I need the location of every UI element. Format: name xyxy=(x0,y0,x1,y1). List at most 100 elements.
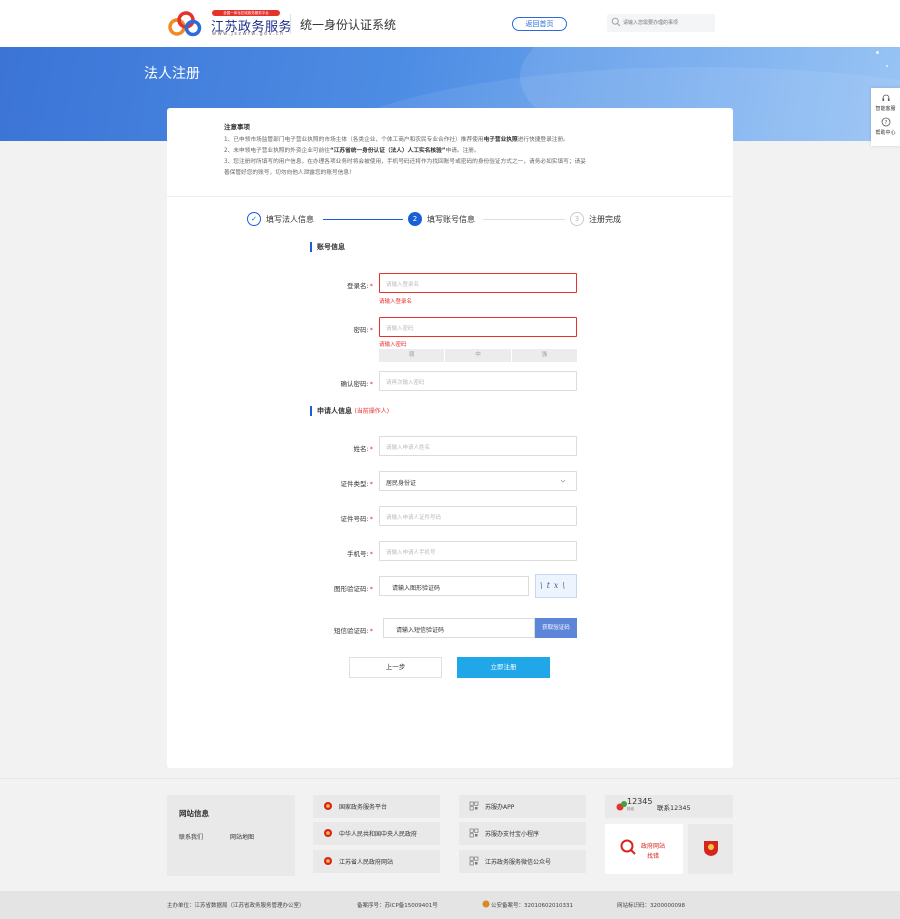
name-input[interactable]: 请输入申请人姓名 xyxy=(379,436,577,456)
national-emblem-icon xyxy=(324,829,332,837)
svg-text:?: ? xyxy=(885,120,888,126)
applicant-note: (当前操作人) xyxy=(354,408,390,415)
icp-info[interactable]: 备案序号：苏ICP备15009401号 xyxy=(357,901,438,909)
notice-text: 2、未申领电子营业执照的外资企业可前往 xyxy=(224,148,330,154)
help-circle-icon: ? xyxy=(881,117,891,127)
notice-line-2: 2、未申领电子营业执照的外资企业可前往“江苏省统一身份认证（法人）人工实名核验”… xyxy=(224,146,684,157)
system-title: 统一身份认证系统 xyxy=(300,18,397,32)
chevron-down-icon xyxy=(560,479,566,483)
step-check-icon: ✓ xyxy=(247,212,261,226)
captcha-placeholder: 请输入图形验证码 xyxy=(392,585,441,592)
captcha-image[interactable]: \tx\ xyxy=(535,574,577,598)
link-app[interactable]: 苏服办APP xyxy=(459,795,586,818)
hotline-12345[interactable]: 12345 热线 联系12345 xyxy=(605,795,733,818)
host-info: 主办单位：江苏省数据局（江苏省政务服务管理办公室） xyxy=(167,903,305,909)
notice-block: 注意事项 1、已申领市场监管部门电子营业执照的市场主体（各类企业、个体工商户和农… xyxy=(224,121,684,179)
notice-line-4: 善保管好您的账号，切勿向他人泄露您的账号信息! xyxy=(224,170,352,176)
phone-label: 手机号:* xyxy=(347,550,373,558)
contact-us-link[interactable]: 联系我们 xyxy=(179,832,203,841)
notice-text: 1、已申领市场监管部门电子营业执照的市场主体（各类企业、个体工商户和农民专业合作… xyxy=(224,137,484,143)
link-wechat-account[interactable]: 江苏政务服务微信公众号 xyxy=(459,850,586,873)
banner-dot xyxy=(876,51,879,54)
prev-step-button[interactable]: 上一步 xyxy=(349,657,442,678)
notice-divider xyxy=(167,196,733,197)
police-badge-icon xyxy=(482,900,490,908)
sitemap-link[interactable]: 网站地图 xyxy=(230,832,254,841)
notice-text: 进行快捷登录注册。 xyxy=(517,137,569,143)
link-central-government[interactable]: 中华人民共和国中央人民政府 xyxy=(313,822,440,845)
captcha-input[interactable]: 请输入图形验证码 xyxy=(379,576,529,596)
strength-medium: 中 xyxy=(445,349,511,362)
police-info[interactable]: 公安备案号：32010602010331 xyxy=(491,901,573,909)
sms-placeholder: 请输入短信验证码 xyxy=(396,627,445,634)
link-alipay-miniapp[interactable]: 苏服办支付宝小程序 xyxy=(459,822,586,845)
applicant-section-title: 申请人信息 (当前操作人) xyxy=(310,406,389,416)
search-input[interactable] xyxy=(623,16,713,30)
search-box[interactable] xyxy=(607,14,715,32)
notice-line-3: 3、您注册时所填写的用户信息，在办理各项业务时将会被使用，手机号码还将作为找回账… xyxy=(224,159,586,165)
strength-weak: 弱 xyxy=(379,349,445,362)
header-divider xyxy=(290,14,291,34)
step-label: 填写账号信息 xyxy=(427,215,475,224)
step-label: 填写法人信息 xyxy=(266,215,314,224)
jiangsu-logo-icon[interactable] xyxy=(168,10,202,38)
side-item-help-center[interactable]: ? 帮助中心 xyxy=(871,112,900,141)
gov-badge-title: 政府网站 xyxy=(641,843,666,850)
home-button[interactable]: 返回首页 xyxy=(512,17,567,31)
password-strength-bar: 弱 中 强 xyxy=(379,349,577,362)
notice-line-1: 1、已申领市场监管部门电子营业执照的市场主体（各类企业、个体工商户和农民专业合作… xyxy=(224,135,684,146)
notice-title: 注意事项 xyxy=(224,123,250,131)
side-item-label: 帮助中心 xyxy=(875,130,896,136)
id-type-label: 证件类型:* xyxy=(340,480,373,488)
hotline-label: 联系12345 xyxy=(657,804,691,812)
banner-dot xyxy=(886,65,888,67)
search-icon[interactable] xyxy=(611,17,621,27)
id-no-input[interactable]: 请输入申请人证件号码 xyxy=(379,506,577,526)
login-label: 登录名:* xyxy=(347,282,373,290)
password-error: 请输入密码 xyxy=(379,342,407,348)
sms-input[interactable]: 请输入短信验证码 xyxy=(383,618,535,638)
name-placeholder: 请输入申请人姓名 xyxy=(386,445,431,451)
e-license-link[interactable]: 电子营业执照 xyxy=(484,137,518,143)
account-section-title: 账号信息 xyxy=(310,242,345,252)
side-item-label: 智能客服 xyxy=(875,106,896,112)
gov-badge-sub: 找错 xyxy=(647,853,660,860)
site-info-title: 网站信息 xyxy=(179,809,209,818)
confirm-password-label: 确认密码:* xyxy=(340,380,373,388)
id-no-label: 证件号码:* xyxy=(340,515,373,523)
hotline-logo-sub: 热线 xyxy=(627,807,634,811)
phone-input[interactable]: 请输入申请人手机号 xyxy=(379,541,577,561)
gov-site-error-badge[interactable]: 政府网站 找错 xyxy=(605,824,683,874)
password-input[interactable]: 请输入密码 xyxy=(379,317,577,337)
party-emblem-icon xyxy=(704,841,718,856)
national-emblem-icon xyxy=(324,857,332,865)
hotline-logo-text: 12345 xyxy=(627,797,653,806)
get-sms-code-button[interactable]: 获取验证码 xyxy=(535,618,577,638)
captcha-text: \tx\ xyxy=(540,581,570,590)
national-emblem-icon xyxy=(324,802,332,810)
footer: 网站信息 联系我们 网站地图 国家政务服务平台 中华人民共和国中央人民政府 江苏… xyxy=(0,778,900,891)
top-header: 全国一体化在线政务服务平台 江苏政务服务 www.jszwfw.gov.cn 统… xyxy=(0,0,900,47)
link-national-platform[interactable]: 国家政务服务平台 xyxy=(313,795,440,818)
register-submit-button[interactable]: 立即注册 xyxy=(457,657,550,678)
step-connector xyxy=(323,219,403,220)
party-emblem-badge[interactable] xyxy=(688,824,733,874)
bottom-bar: 主办单位：江苏省数据局（江苏省政务服务管理办公室） 备案序号：苏ICP备1500… xyxy=(0,891,900,919)
step-connector xyxy=(483,219,565,220)
confirm-password-input[interactable]: 请再次输入密码 xyxy=(379,371,577,391)
login-input[interactable]: 请输入登录名 xyxy=(379,273,577,293)
captcha-label: 图形验证码:* xyxy=(334,585,373,593)
strength-strong: 强 xyxy=(511,349,577,362)
id-type-select[interactable]: 居民身份证 xyxy=(379,471,577,491)
login-placeholder: 请输入登录名 xyxy=(386,282,420,288)
notice-text: 申请。注册。 xyxy=(445,148,480,154)
gov-badge-icon xyxy=(620,839,636,855)
qrcode-icon xyxy=(469,801,479,811)
manual-verify-link[interactable]: “江苏省统一身份认证（法人）人工实名核验” xyxy=(330,148,446,154)
login-error: 请输入登录名 xyxy=(379,299,413,305)
logo-url: www.jszwfw.gov.cn xyxy=(212,31,285,37)
link-jiangsu-government[interactable]: 江苏省人民政府网站 xyxy=(313,850,440,873)
site-code-info: 网站标识码：3200000098 xyxy=(617,903,685,909)
id-type-value: 居民身份证 xyxy=(386,480,417,487)
headset-icon xyxy=(882,94,890,101)
